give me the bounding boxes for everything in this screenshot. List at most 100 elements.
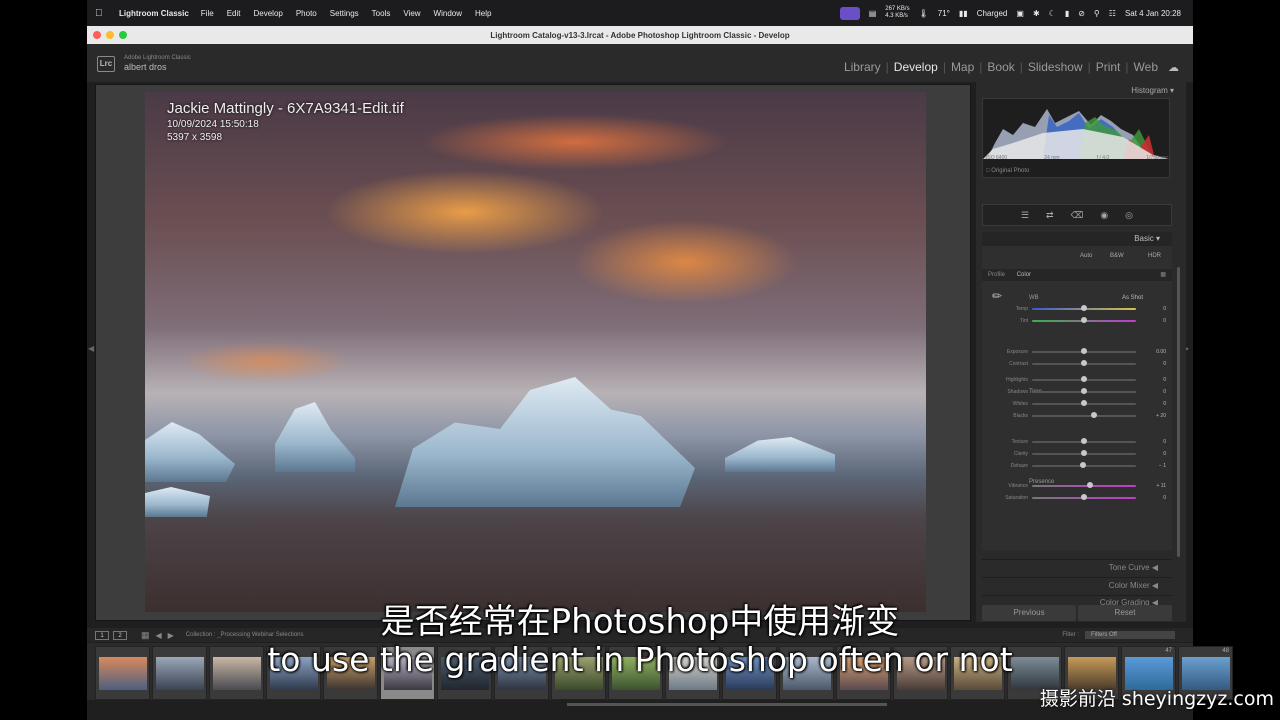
menu-view[interactable]: View <box>403 9 420 18</box>
battery-status[interactable]: Charged <box>977 9 1008 18</box>
histogram[interactable]: ISO 6400 24 mm f / 4.0 1/750 sec □ Origi… <box>982 98 1170 178</box>
filmstrip-scrollbar[interactable] <box>567 703 887 706</box>
slider-knob[interactable] <box>1081 360 1087 366</box>
slider-value[interactable]: 0 <box>1142 399 1166 409</box>
slider-knob[interactable] <box>1091 412 1098 418</box>
slider-contrast[interactable]: Contrast 0 <box>982 359 1172 369</box>
slider-track[interactable] <box>1032 376 1136 382</box>
module-develop[interactable]: Develop <box>894 60 938 74</box>
slider-clarity[interactable]: Clarity 0 <box>982 449 1172 459</box>
original-photo-toggle[interactable]: □ Original Photo <box>986 168 1029 174</box>
slider-track[interactable] <box>1032 317 1136 323</box>
network-speed[interactable]: 267 KB/s 4.3 KB/s <box>885 6 909 20</box>
slider-temp[interactable]: Temp 0 <box>982 304 1172 314</box>
slider-knob[interactable] <box>1081 317 1087 323</box>
basic-panel-header[interactable]: Basic ▾ <box>982 232 1172 246</box>
slider-value[interactable]: 0.00 <box>1142 347 1166 357</box>
slider-track[interactable] <box>1032 305 1136 311</box>
slider-exposure[interactable]: Exposure 0.00 <box>982 347 1172 357</box>
clock[interactable]: Sat 4 Jan 20:28 <box>1125 9 1181 18</box>
module-book[interactable]: Book <box>987 60 1014 74</box>
tone-curve-panel[interactable]: Tone Curve ◀ <box>982 559 1172 574</box>
apple-icon[interactable]:  <box>95 8 109 19</box>
slider-track[interactable] <box>1032 482 1136 488</box>
slider-knob[interactable] <box>1081 376 1087 382</box>
eyedropper-icon[interactable]: ✏ <box>992 289 1002 303</box>
menubar-app-name[interactable]: Lightroom Classic <box>119 9 189 18</box>
screen-record-icon[interactable] <box>839 6 860 20</box>
slider-value[interactable]: 0 <box>1142 437 1166 447</box>
hdr-button[interactable]: HDR <box>1148 253 1161 259</box>
slider-value[interactable]: + 11 <box>1142 481 1167 491</box>
healing-eraser-icon[interactable]: ⌫ <box>1071 210 1084 221</box>
bw-button[interactable]: B&W <box>1110 253 1124 259</box>
module-web[interactable]: Web <box>1134 60 1158 74</box>
red-eye-icon[interactable]: ◉ <box>1100 210 1108 221</box>
slider-knob[interactable] <box>1081 450 1087 456</box>
menu-edit[interactable]: Edit <box>227 9 241 18</box>
slider-vibrance[interactable]: Vibrance + 11 <box>982 481 1172 491</box>
slider-value[interactable]: − 1 <box>1142 461 1166 471</box>
main-photo[interactable]: Jackie Mattingly - 6X7A9341-Edit.tif 10/… <box>145 92 926 612</box>
slider-value[interactable]: 0 <box>1142 449 1166 459</box>
auto-button[interactable]: Auto <box>1080 253 1092 259</box>
menu-window[interactable]: Window <box>434 9 462 18</box>
slider-blacks[interactable]: Blacks + 20 <box>982 411 1172 421</box>
bluetooth-icon[interactable]: ✱ <box>1033 9 1040 18</box>
histogram-header[interactable]: Histogram ▾ <box>1131 86 1174 95</box>
profile-row[interactable]: Profile Color ▦ <box>982 269 1172 281</box>
slider-track[interactable] <box>1032 462 1136 468</box>
slider-knob[interactable] <box>1081 305 1087 311</box>
slider-saturation[interactable]: Saturation 0 <box>982 493 1172 503</box>
left-panel-toggle-icon[interactable]: ◀ <box>88 344 94 353</box>
profile-value[interactable]: Color <box>1017 272 1031 278</box>
module-library[interactable]: Library <box>844 60 881 74</box>
module-slideshow[interactable]: Slideshow <box>1028 60 1083 74</box>
slider-value[interactable]: 0 <box>1142 375 1166 385</box>
slider-shadows[interactable]: Shadows 0 <box>982 387 1172 397</box>
cpu-icon[interactable]: ▤ <box>869 9 877 18</box>
slider-track[interactable] <box>1032 438 1136 444</box>
slider-knob[interactable] <box>1080 462 1087 468</box>
menu-help[interactable]: Help <box>475 9 491 18</box>
crop-icon[interactable]: ⇄ <box>1046 210 1054 221</box>
module-map[interactable]: Map <box>951 60 974 74</box>
masking-icon[interactable]: ◎ <box>1125 210 1133 221</box>
slider-track[interactable] <box>1032 400 1136 406</box>
profile-browser-icon[interactable]: ▦ <box>1160 269 1166 281</box>
menu-tools[interactable]: Tools <box>372 9 391 18</box>
slider-texture[interactable]: Texture 0 <box>982 437 1172 447</box>
slider-value[interactable]: 0 <box>1142 493 1166 503</box>
slider-track[interactable] <box>1032 388 1136 394</box>
slider-dehaze[interactable]: Dehaze − 1 <box>982 461 1172 471</box>
wifi-off-icon[interactable]: ⊘ <box>1078 9 1085 18</box>
slider-value[interactable]: 0 <box>1142 387 1166 397</box>
slider-track[interactable] <box>1032 348 1136 354</box>
control-center-icon[interactable]: ☷ <box>1109 9 1116 18</box>
temperature-value[interactable]: 71° <box>938 9 950 18</box>
slider-highlights[interactable]: Highlights 0 <box>982 375 1172 385</box>
slider-track[interactable] <box>1032 360 1136 366</box>
loupe-view[interactable]: Jackie Mattingly - 6X7A9341-Edit.tif 10/… <box>95 84 971 621</box>
slider-tint[interactable]: Tint 0 <box>982 316 1172 326</box>
right-panel-scrollbar[interactable] <box>1177 267 1180 557</box>
slider-track[interactable] <box>1032 494 1136 500</box>
menu-file[interactable]: File <box>201 9 214 18</box>
slider-value[interactable]: + 20 <box>1142 411 1166 421</box>
slider-knob[interactable] <box>1081 438 1087 444</box>
wb-dropdown[interactable]: As Shot <box>1122 295 1143 301</box>
search-icon[interactable]: ⚲ <box>1094 9 1100 18</box>
slider-value[interactable]: 0 <box>1142 316 1166 326</box>
edit-sliders-icon[interactable]: ☰ <box>1021 210 1029 221</box>
menu-settings[interactable]: Settings <box>330 9 359 18</box>
slider-knob[interactable] <box>1081 348 1087 354</box>
cloud-sync-icon[interactable]: ☁ <box>1168 61 1179 74</box>
slider-value[interactable]: 0 <box>1142 304 1166 314</box>
menu-develop[interactable]: Develop <box>253 9 282 18</box>
slider-knob[interactable] <box>1081 400 1087 406</box>
menu-extra-icon[interactable]: ▣ <box>1016 9 1024 18</box>
slider-value[interactable]: 0 <box>1142 359 1166 369</box>
slider-track[interactable] <box>1032 412 1136 418</box>
slider-knob[interactable] <box>1081 494 1087 500</box>
menu-photo[interactable]: Photo <box>296 9 317 18</box>
